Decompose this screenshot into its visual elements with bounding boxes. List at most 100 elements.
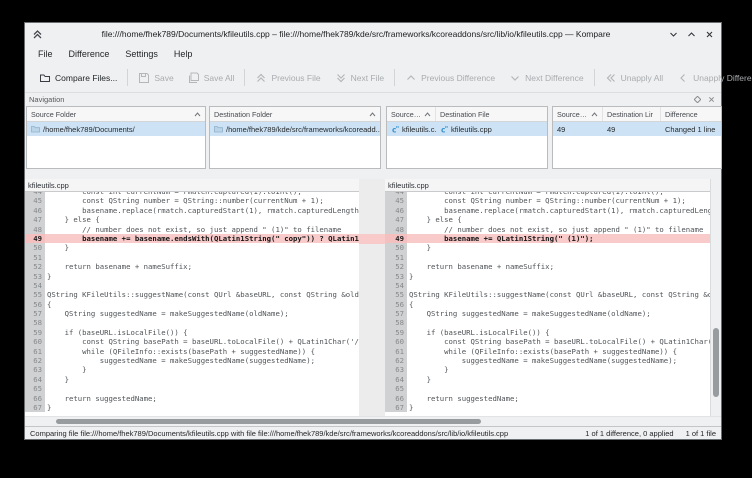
float-panel-icon[interactable]	[694, 96, 701, 103]
code-line-destination-64: 64 }	[385, 375, 710, 384]
line-number: 62	[25, 356, 45, 365]
code-text: }	[407, 243, 710, 252]
menu-difference[interactable]: Difference	[61, 48, 118, 60]
code-line-source-52: 52 return basename + nameSuffix;	[25, 262, 359, 271]
destination-folder-list[interactable]: Destination Folder /home/fhek789/kde/src…	[209, 106, 381, 169]
menu-file[interactable]: File	[30, 48, 61, 60]
line-number: 54	[385, 281, 407, 290]
maximize-icon[interactable]	[687, 30, 696, 39]
code-text: } else {	[407, 215, 710, 224]
next-file-button[interactable]: Next File	[328, 67, 392, 89]
code-text: if (baseURL.isLocalFile()) {	[45, 328, 359, 337]
code-line-destination-46: 46 basename.replace(rmatch.capturedStart…	[385, 206, 710, 215]
difference-column-header[interactable]: Difference	[661, 107, 721, 121]
code-text: }	[45, 375, 359, 384]
destination-line-column-header[interactable]: Destination Lir	[603, 107, 661, 121]
status-message: Comparing file file:///home/fhek789/Docu…	[30, 429, 577, 438]
code-text: QString KFileUtils::suggestName(const QU…	[45, 290, 359, 299]
horizontal-scrollbar[interactable]	[25, 417, 710, 426]
code-line-destination-49: 49 basename += QLatin1String(" (1)");	[385, 234, 710, 243]
scrollbar-corner	[710, 417, 721, 426]
destination-folder-column-header[interactable]: Destination Folder	[210, 107, 380, 121]
source-folder-column-header[interactable]: Source Folder	[27, 107, 205, 121]
navigation-row-source-folder[interactable]: /home/fhek789/Documents/	[27, 122, 205, 136]
navigation-row-difference[interactable]: 49 49 Changed 1 line	[553, 122, 721, 136]
code-line-source-55: 55QString KFileUtils::suggestName(const …	[25, 290, 359, 299]
menu-help[interactable]: Help	[166, 48, 201, 60]
navigation-panel-titlebar[interactable]: Navigation	[25, 93, 721, 105]
sort-ascending-icon	[369, 112, 376, 117]
code-line-destination-60: 60 const QString basePath = baseURL.toLo…	[385, 337, 710, 346]
save-button[interactable]: Save	[131, 67, 180, 89]
code-text: suggestedName = makeSuggestedName(sugges…	[407, 356, 710, 365]
source-pane-filename: kfileutils.cpp	[28, 181, 69, 190]
horizontal-splitter[interactable]	[25, 171, 721, 179]
toolbar-separator	[394, 69, 395, 86]
navigation-row-destination-folder[interactable]: /home/fhek789/kde/src/frameworks/kcoread…	[210, 122, 380, 136]
code-line-source-60: 60 const QString basePath = baseURL.toLo…	[25, 337, 359, 346]
navigation-row-files[interactable]: c kfileutils.c... c kfileutils.cpp	[387, 122, 547, 136]
source-file-column-header[interactable]: Source File	[387, 107, 436, 121]
statusbar: Comparing file file:///home/fhek789/Docu…	[25, 426, 721, 439]
diff-connector-band	[359, 234, 385, 244]
code-text: return suggestedName;	[407, 394, 710, 403]
code-line-destination-59: 59 if (baseURL.isLocalFile()) {	[385, 328, 710, 337]
previous-difference-button[interactable]: Previous Difference	[398, 67, 502, 89]
close-icon[interactable]	[705, 30, 714, 39]
code-text: suggestedName = makeSuggestedName(sugges…	[45, 356, 359, 365]
line-number: 57	[385, 309, 407, 318]
source-line-column-header[interactable]: Source Line	[553, 107, 603, 121]
code-line-destination-58: 58	[385, 318, 710, 327]
vertical-scrollbar[interactable]	[710, 179, 721, 416]
horizontal-scrollbar-thumb[interactable]	[56, 419, 481, 424]
code-text	[407, 281, 710, 290]
line-number: 63	[385, 365, 407, 374]
source-folder-list[interactable]: Source Folder /home/fhek789/Documents/	[26, 106, 206, 169]
line-number: 61	[25, 347, 45, 356]
destination-diff-pane[interactable]: kfileutils.cpp 44 const int currentNum =…	[385, 179, 710, 416]
file-list[interactable]: Source File Destination File c kfileutil…	[386, 106, 548, 169]
line-number: 52	[25, 262, 45, 271]
unapply-difference-button[interactable]: Unapply Difference	[670, 67, 752, 89]
previous-file-button[interactable]: Previous File	[248, 67, 327, 89]
destination-file-header-label: Destination File	[440, 110, 543, 119]
save-label: Save	[154, 73, 173, 83]
menu-settings[interactable]: Settings	[117, 48, 166, 60]
difference-list[interactable]: Source Line Destination Lir Difference 4…	[552, 106, 722, 169]
destination-code-area[interactable]: 44 const int currentNum = rmatch.capture…	[385, 192, 710, 416]
folder-icon	[39, 72, 51, 84]
code-text	[45, 318, 359, 327]
destination-file-column-header[interactable]: Destination File	[436, 107, 547, 121]
source-line-value: 49	[557, 125, 565, 134]
save-all-button[interactable]: Save All	[181, 67, 242, 89]
code-text: const QString basePath = baseURL.toLocal…	[45, 337, 359, 346]
line-number: 49	[25, 234, 45, 243]
compare-files-button[interactable]: Compare Files...	[32, 67, 124, 89]
code-line-destination-62: 62 suggestedName = makeSuggestedName(sug…	[385, 356, 710, 365]
vertical-scrollbar-thumb[interactable]	[713, 328, 719, 397]
titlebar[interactable]: file:///home/fhek789/Documents/kfileutil…	[25, 23, 721, 45]
navigation-panel: Source Folder /home/fhek789/Documents/ D…	[25, 105, 721, 171]
code-text: QString suggestedName = makeSuggestedNam…	[45, 309, 359, 318]
unapply-all-button[interactable]: Unapply All	[598, 67, 671, 89]
line-number: 48	[25, 225, 45, 234]
code-text	[407, 384, 710, 393]
source-diff-pane[interactable]: kfileutils.cpp 44 const int currentNum =…	[25, 179, 359, 416]
folder-icon	[31, 125, 40, 133]
code-text: QString KFileUtils::suggestName(const QU…	[407, 290, 710, 299]
unapply-all-label: Unapply All	[621, 73, 664, 83]
code-text: }	[407, 365, 710, 374]
destination-pane-header: kfileutils.cpp	[385, 179, 710, 192]
code-text: // number does not exist, so just append…	[407, 225, 710, 234]
code-text	[407, 318, 710, 327]
next-difference-button[interactable]: Next Difference	[502, 67, 590, 89]
source-code-area[interactable]: 44 const int currentNum = rmatch.capture…	[25, 192, 359, 416]
line-number: 58	[385, 318, 407, 327]
close-panel-icon[interactable]	[708, 96, 715, 103]
line-number: 60	[25, 337, 45, 346]
save-all-icon	[188, 72, 200, 84]
line-number: 56	[25, 300, 45, 309]
difference-value: Changed 1 line	[665, 125, 715, 134]
destination-folder-value: /home/fhek789/kde/src/frameworks/kcoread…	[226, 125, 380, 134]
minimize-icon[interactable]	[669, 30, 678, 39]
